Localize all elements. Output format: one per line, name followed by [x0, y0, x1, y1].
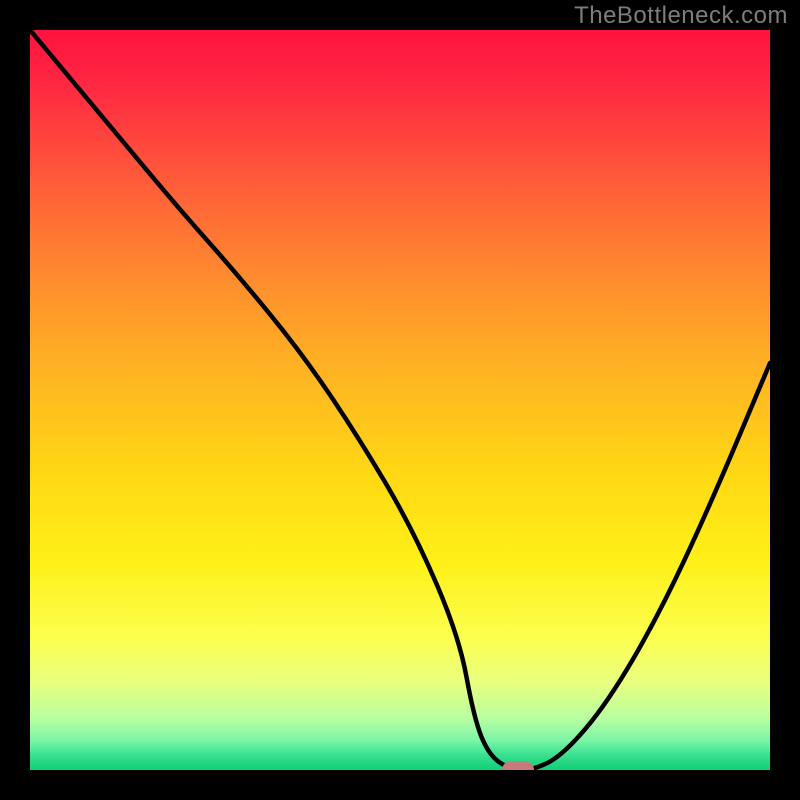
curve-path — [30, 30, 770, 770]
optimal-point-marker — [502, 761, 534, 770]
bottleneck-curve — [30, 30, 770, 770]
chart-frame: TheBottleneck.com — [0, 0, 800, 800]
watermark-text: TheBottleneck.com — [574, 2, 788, 30]
plot-area — [30, 30, 770, 770]
